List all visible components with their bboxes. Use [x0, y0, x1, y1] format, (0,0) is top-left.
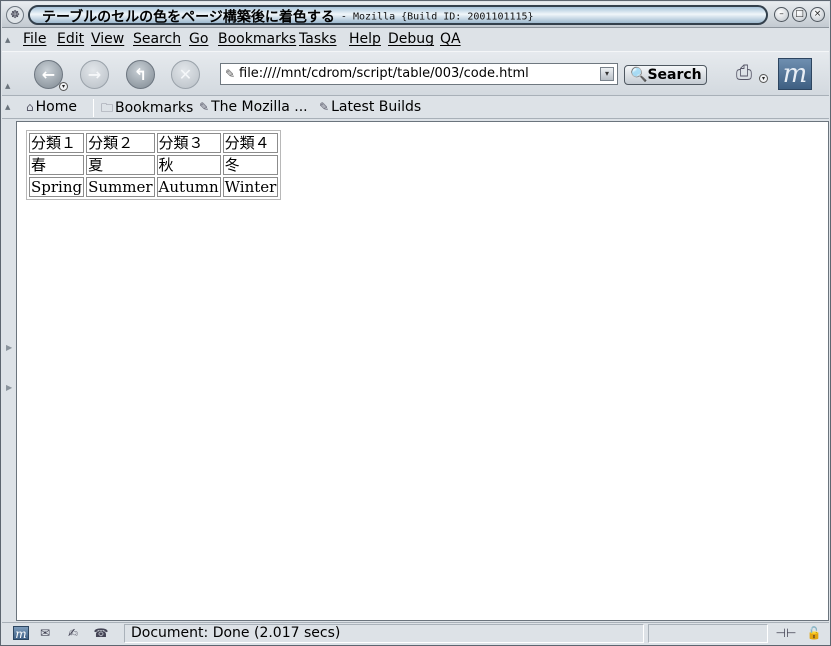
close-button[interactable]: × [810, 7, 825, 22]
menu-debug[interactable]: Debug [388, 31, 434, 47]
status-bar: m ✉ ✍ ☎ Document: Done (2.017 secs) ⊣⊢ 🔓 [2, 622, 829, 644]
online-status-icon[interactable]: ⊣⊢ [773, 626, 799, 640]
window-title-text: テーブルのセルの色をページ構築後に着色する [42, 9, 335, 25]
season-table: 分類１ 分類２ 分類３ 分類４ 春 夏 秋 冬 Spring Summer Au… [26, 130, 282, 200]
table-cell: 分類４ [222, 133, 279, 153]
window-menu-icon[interactable]: ☸ [6, 6, 24, 24]
window-title: テーブルのセルの色をページ構築後に着色する - Mozilla {Build I… [28, 5, 768, 25]
table-cell: 夏 [86, 155, 155, 175]
minimize-button[interactable]: – [774, 7, 789, 22]
home-label: Home [35, 99, 77, 115]
table-cell: Spring [29, 177, 85, 197]
menu-file[interactable]: File [23, 31, 46, 47]
bookmark-the-mozilla-label: The Mozilla ... [211, 99, 308, 115]
mozilla-m-logo[interactable]: m [778, 58, 812, 90]
bookmark-latest-builds[interactable]: ✎ Latest Builds [319, 99, 421, 115]
menu-tasks[interactable]: Tasks [299, 31, 337, 47]
url-bar[interactable]: ✎ file:////mnt/cdrom/script/table/003/co… [220, 63, 618, 85]
menu-view[interactable]: View [91, 31, 124, 47]
table-row: 春 夏 秋 冬 [29, 155, 279, 175]
table-cell: Winter [222, 177, 279, 197]
stop-button[interactable]: ✕ [171, 60, 200, 89]
browser-window: ☸ テーブルのセルの色をページ構築後に着色する - Mozilla {Build… [0, 0, 831, 646]
composer-icon[interactable]: ✍ [65, 626, 81, 640]
toolbar-separator [93, 99, 94, 117]
menu-bar: ▲ File Edit View Search Go Bookmarks Tas… [2, 29, 829, 51]
bookmark-latest-builds-label: Latest Builds [331, 99, 422, 115]
folder-icon: 🗀 [101, 101, 114, 115]
home-button[interactable]: ⌂ Home [26, 99, 77, 115]
personal-toolbar: ▲ ⌂ Home 🗀 Bookmarks ✎ The Mozilla ... ✎ Lat… [2, 97, 829, 119]
bookmark-the-mozilla[interactable]: ✎ The Mozilla ... [199, 99, 308, 115]
menu-go[interactable]: Go [189, 31, 208, 47]
page-content: 分類１ 分類２ 分類３ 分類４ 春 夏 秋 冬 Spring Summer Au… [16, 121, 829, 621]
search-button-label: Search [647, 67, 702, 83]
title-bar[interactable]: ☸ テーブルのセルの色をページ構築後に着色する - Mozilla {Build… [2, 2, 829, 28]
print-dropdown-icon[interactable]: ▾ [759, 74, 768, 83]
table-cell: 分類３ [156, 133, 221, 153]
forward-button[interactable]: → [80, 60, 109, 89]
status-text: Document: Done (2.017 secs) [124, 624, 644, 643]
reload-icon: ↰ [133, 65, 148, 84]
navigation-toolbar: ▲ ← ▾ → ↰ ✕ ✎ file:////mnt/cdrom/script/… [2, 51, 829, 96]
table-cell: 秋 [156, 155, 221, 175]
navigator-icon[interactable]: m [13, 626, 29, 641]
menu-help[interactable]: Help [349, 31, 381, 47]
search-icon: 🔍 [630, 67, 648, 83]
table-cell: Autumn [156, 177, 221, 197]
toolbar-grip-icon[interactable]: ▲ [5, 36, 12, 44]
table-cell: Summer [86, 177, 155, 197]
bookmark-icon: ✎ [199, 100, 210, 114]
stop-icon: ✕ [178, 65, 193, 84]
maximize-button[interactable]: □ [792, 7, 807, 22]
page-proxy-icon[interactable]: ✎ [225, 67, 235, 81]
table-cell: 冬 [222, 155, 279, 175]
back-arrow-icon: ← [41, 65, 56, 84]
bookmarks-button[interactable]: 🗀 Bookmarks [101, 99, 193, 120]
url-history-dropdown-icon[interactable]: ▾ [600, 67, 614, 81]
mail-icon[interactable]: ✉ [37, 626, 53, 640]
url-input[interactable]: file:////mnt/cdrom/script/table/003/code… [239, 66, 529, 81]
personal-toolbar-grip-icon[interactable]: ▲ [5, 103, 12, 111]
home-icon: ⌂ [26, 100, 34, 114]
table-cell: 分類１ [29, 133, 85, 153]
print-icon[interactable]: ⎙ [729, 60, 759, 86]
reload-button[interactable]: ↰ [126, 60, 155, 89]
bookmark-icon: ✎ [319, 100, 330, 114]
menu-qa[interactable]: QA [440, 31, 461, 47]
search-button[interactable]: 🔍Search [624, 65, 707, 85]
menu-edit[interactable]: Edit [57, 31, 84, 47]
menu-bookmarks[interactable]: Bookmarks [218, 31, 296, 47]
table-cell: 春 [29, 155, 85, 175]
progress-meter [648, 624, 768, 643]
security-lock-icon[interactable]: 🔓 [806, 626, 822, 640]
table-row: Spring Summer Autumn Winter [29, 177, 279, 197]
forward-arrow-icon: → [87, 65, 102, 84]
table-cell: 分類２ [86, 133, 155, 153]
sidebar-expand-icon: ▶ [6, 383, 13, 392]
window-title-suffix: - Mozilla {Build ID: 2001101115} [334, 11, 534, 23]
address-book-icon[interactable]: ☎ [93, 626, 109, 640]
table-row: 分類１ 分類２ 分類３ 分類４ [29, 133, 279, 153]
sidebar-expand-icon: ▶ [6, 343, 13, 352]
menu-search[interactable]: Search [133, 31, 181, 47]
nav-toolbar-grip-icon[interactable]: ▲ [5, 82, 12, 90]
sidebar-grippy[interactable]: ▶ ▶ [2, 121, 15, 621]
bookmarks-label: Bookmarks [115, 100, 194, 116]
back-history-dropdown-icon[interactable]: ▾ [59, 82, 68, 91]
